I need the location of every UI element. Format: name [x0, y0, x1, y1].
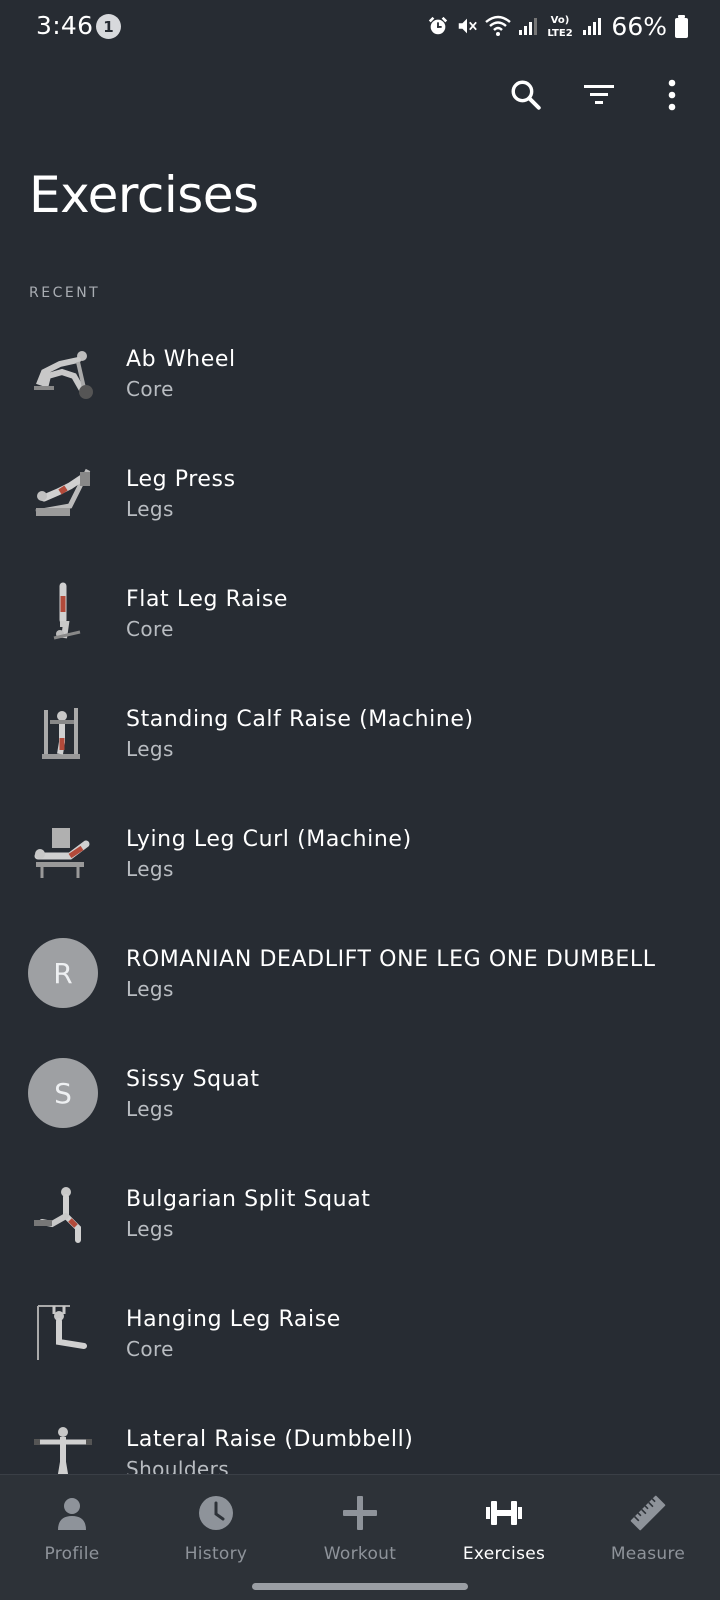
- more-options-button[interactable]: [642, 66, 702, 124]
- status-time: 3:46: [36, 11, 94, 40]
- signal-icon-2: [583, 18, 602, 35]
- exercise-category: Legs: [126, 857, 174, 881]
- nav-label: Profile: [44, 1544, 100, 1564]
- clock-icon: [196, 1493, 236, 1533]
- nav-item-exercises[interactable]: Exercises: [432, 1475, 576, 1600]
- exercise-category: Legs: [126, 1097, 174, 1121]
- exercise-avatar: R: [28, 938, 98, 1008]
- exercise-category: Legs: [126, 977, 174, 1001]
- svg-text:LTE2: LTE2: [548, 28, 573, 39]
- filter-button[interactable]: [569, 66, 629, 124]
- search-icon: [511, 80, 541, 110]
- exercise-name: Lateral Raise (Dumbbell): [126, 1427, 414, 1452]
- bottom-navigation: Profile History Workout Exercises Measur…: [0, 1474, 720, 1600]
- wifi-icon: [485, 15, 512, 36]
- volte-lte-icon: Vo) LTE2: [548, 15, 573, 39]
- exercise-list: Ab Wheel Core Leg Press Legs Flat Leg Ra…: [0, 320, 720, 1520]
- calf-raise-machine-figure-icon: [30, 698, 96, 768]
- status-bar: 3:46 1 Vo) LTE2 66%: [0, 0, 720, 54]
- exercise-category: Legs: [126, 497, 174, 521]
- exercise-name: Leg Press: [126, 467, 236, 492]
- list-item[interactable]: Flat Leg Raise Core: [0, 560, 720, 680]
- plus-icon: [340, 1493, 380, 1533]
- toolbar-actions: [483, 66, 702, 124]
- nav-item-profile[interactable]: Profile: [0, 1475, 144, 1600]
- nav-label: Workout: [323, 1544, 397, 1564]
- more-vert-icon: [668, 79, 676, 111]
- exercise-category: Core: [126, 617, 174, 641]
- exercise-avatar: S: [28, 1058, 98, 1128]
- nav-label: History: [184, 1544, 248, 1564]
- exercise-category: Legs: [126, 737, 174, 761]
- exercise-name: Standing Calf Raise (Machine): [126, 707, 474, 732]
- list-item[interactable]: S Sissy Squat Legs: [0, 1040, 720, 1160]
- flat-leg-raise-figure-icon: [30, 578, 96, 648]
- home-indicator[interactable]: [252, 1583, 468, 1590]
- mute-icon: [459, 18, 478, 34]
- svg-text:Vo): Vo): [551, 15, 570, 26]
- exercise-category: Core: [126, 1337, 174, 1361]
- nav-label: Exercises: [462, 1544, 546, 1564]
- list-item[interactable]: R ROMANIAN DEADLIFT ONE LEG ONE DUMBELL …: [0, 920, 720, 1040]
- filter-icon: [584, 85, 614, 104]
- exercise-name: Lying Leg Curl (Machine): [126, 827, 412, 852]
- exercise-name: Sissy Squat: [126, 1067, 260, 1092]
- nav-item-history[interactable]: History: [144, 1475, 288, 1600]
- dumbbell-icon: [484, 1493, 524, 1533]
- split-squat-figure-icon: [30, 1178, 96, 1248]
- battery-percent: 66%: [611, 11, 667, 41]
- alarm-icon: [429, 16, 448, 35]
- ab-wheel-figure-icon: [30, 338, 96, 408]
- leg-press-figure-icon: [30, 458, 96, 528]
- nav-item-measure[interactable]: Measure: [576, 1475, 720, 1600]
- nav-item-workout[interactable]: Workout: [288, 1475, 432, 1600]
- nav-label: Measure: [610, 1544, 686, 1564]
- status-icons: Vo) LTE2 66%: [427, 10, 688, 42]
- hanging-leg-raise-figure-icon: [30, 1298, 96, 1368]
- signal-icon: [519, 18, 538, 35]
- list-item[interactable]: Standing Calf Raise (Machine) Legs: [0, 680, 720, 800]
- list-item[interactable]: Bulgarian Split Squat Legs: [0, 1160, 720, 1280]
- section-label-recent: RECENT: [29, 285, 101, 301]
- battery-icon: [675, 14, 688, 38]
- list-item[interactable]: Lying Leg Curl (Machine) Legs: [0, 800, 720, 920]
- ruler-icon: [628, 1493, 668, 1533]
- exercise-category: Legs: [126, 1217, 174, 1241]
- exercise-category: Core: [126, 377, 174, 401]
- list-item[interactable]: Leg Press Legs: [0, 440, 720, 560]
- person-icon: [52, 1493, 92, 1533]
- exercise-name: Flat Leg Raise: [126, 587, 289, 612]
- leg-curl-machine-figure-icon: [30, 818, 96, 888]
- search-button[interactable]: [496, 66, 556, 124]
- exercise-name: Ab Wheel: [126, 347, 236, 372]
- exercise-name: Hanging Leg Raise: [126, 1307, 341, 1332]
- exercise-name: ROMANIAN DEADLIFT ONE LEG ONE DUMBELL: [126, 947, 656, 972]
- app-screen: 3:46 1 Vo) LTE2 66% Exercises RECENT Ab …: [0, 0, 720, 1600]
- exercise-name: Bulgarian Split Squat: [126, 1187, 371, 1212]
- notification-count-badge: 1: [96, 14, 121, 39]
- page-title: Exercises: [29, 166, 259, 224]
- list-item[interactable]: Hanging Leg Raise Core: [0, 1280, 720, 1400]
- list-item[interactable]: Ab Wheel Core: [0, 320, 720, 440]
